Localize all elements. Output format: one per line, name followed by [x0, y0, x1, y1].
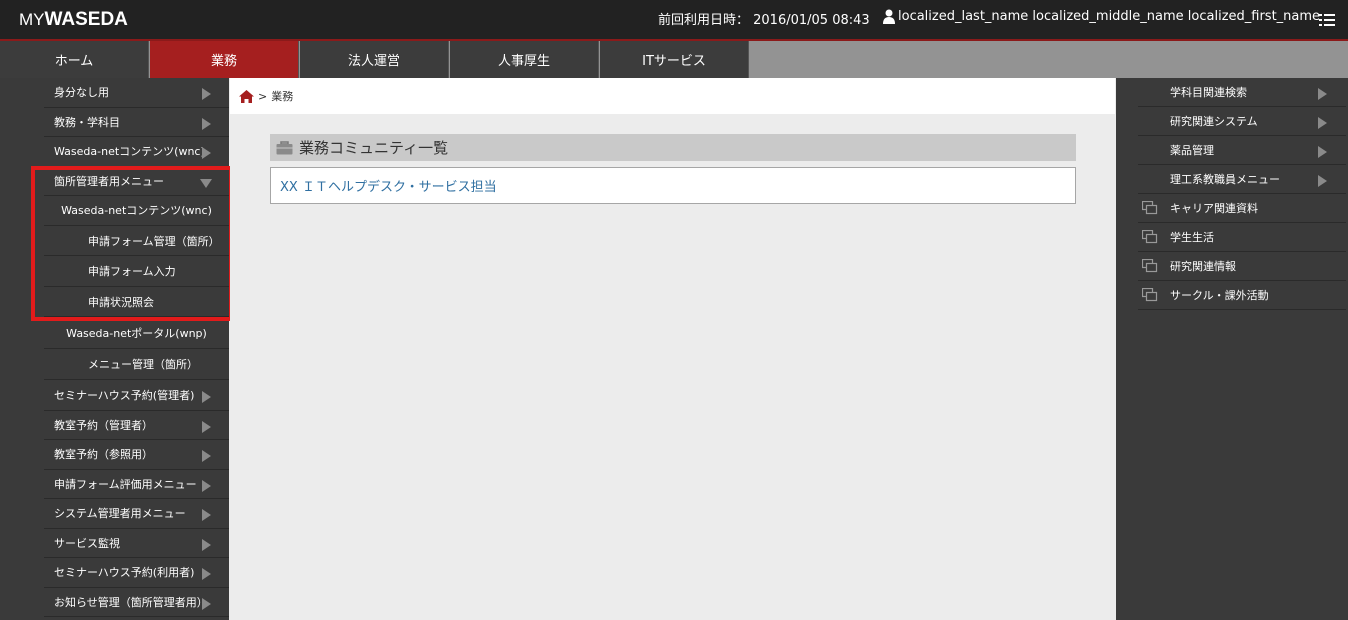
chevron-right-icon — [1318, 175, 1327, 187]
sidebar-item[interactable]: Waseda-netコンテンツ(wnc) — [44, 137, 229, 167]
tab-home[interactable]: ホーム — [0, 41, 149, 78]
logo[interactable]: MYWASEDA — [19, 9, 128, 31]
chevron-right-icon — [202, 509, 211, 521]
sidebar-subitem[interactable]: Waseda-netコンテンツ(wnc) — [44, 196, 229, 226]
sidebar-item[interactable]: 身分なし用 — [44, 78, 229, 108]
sidebar-item[interactable]: 教室予約（参照用） — [44, 440, 229, 470]
chevron-right-icon — [202, 117, 211, 130]
right-sidebar-item[interactable]: 学科目関連検索 — [1138, 78, 1346, 107]
user-info: localized_last_name localized_middle_nam… — [882, 9, 1320, 24]
main-nav-tabs: ホーム 業務 法人運営 人事厚生 ITサービス — [0, 41, 1348, 78]
sidebar-item[interactable]: セミナーハウス予約(管理者) — [44, 381, 229, 411]
right-sidebar-link[interactable]: 研究関連情報 — [1138, 252, 1346, 281]
user-icon — [883, 9, 895, 24]
chevron-right-icon — [202, 147, 211, 159]
chevron-right-icon — [202, 420, 211, 433]
tab-hr[interactable]: 人事厚生 — [450, 41, 599, 78]
chevron-right-icon — [1318, 88, 1327, 100]
chevron-right-icon — [202, 450, 211, 462]
chevron-right-icon — [202, 479, 211, 492]
sidebar-subitem[interactable]: 申請フォーム管理（箇所） — [44, 227, 229, 256]
community-link[interactable]: XX ＩＴヘルプデスク・サービス担当 — [280, 176, 497, 195]
sidebar-item[interactable]: 申請フォーム評価用メニュー — [44, 470, 229, 499]
chevron-right-icon — [202, 391, 211, 403]
community-list: XX ＩＴヘルプデスク・サービス担当 — [270, 167, 1076, 204]
section-title: 業務コミュニティ一覧 — [299, 139, 449, 157]
external-window-icon — [1142, 230, 1158, 244]
external-window-icon — [1142, 288, 1158, 302]
tab-business[interactable]: 業務 — [150, 41, 299, 78]
tab-corporate[interactable]: 法人運営 — [300, 41, 449, 78]
right-sidebar-link[interactable]: サークル・課外活動 — [1138, 281, 1346, 310]
external-window-icon — [1142, 259, 1158, 273]
chevron-right-icon — [202, 88, 211, 100]
tab-it-service[interactable]: ITサービス — [600, 41, 749, 78]
chevron-right-icon — [202, 597, 211, 610]
breadcrumb-separator: > — [258, 89, 268, 103]
sidebar-item[interactable]: システム管理者用メニュー — [44, 499, 229, 529]
sidebar-item-admin-menu[interactable]: 箇所管理者用メニュー — [44, 167, 229, 196]
right-sidebar-link[interactable]: キャリア関連資料 — [1138, 194, 1346, 223]
sidebar-item[interactable]: 教室予約（管理者） — [44, 411, 229, 440]
chevron-right-icon — [202, 568, 211, 580]
external-window-icon — [1142, 201, 1158, 215]
chevron-right-icon — [1318, 146, 1327, 158]
user-name: localized_last_name localized_middle_nam… — [898, 9, 1321, 24]
home-icon[interactable] — [239, 89, 254, 103]
last-use-datetime: 前回利用日時： 2016/01/05 08:43 — [658, 13, 870, 28]
sidebar-item[interactable]: 教務・学科目 — [44, 108, 229, 137]
sidebar-item[interactable]: セミナーハウス予約(利用者) — [44, 558, 229, 588]
sidebar-subitem[interactable]: Waseda-netポータル(wnp) — [44, 319, 229, 349]
chevron-right-icon — [202, 538, 211, 551]
sidebar-item[interactable]: サービス監視 — [44, 529, 229, 558]
sidebar-subitem[interactable]: 申請状況照会 — [44, 288, 229, 317]
sidebar-item[interactable]: お知らせ管理（箇所管理者用） — [44, 588, 229, 617]
section-header: 業務コミュニティ一覧 — [270, 134, 1076, 161]
breadcrumb: > 業務 — [230, 78, 1115, 114]
list-menu-icon[interactable] — [1319, 13, 1335, 27]
sidebar-subitem[interactable]: メニュー管理（箇所） — [44, 350, 229, 380]
right-sidebar-item[interactable]: 薬品管理 — [1138, 136, 1346, 165]
chevron-right-icon — [1318, 117, 1327, 129]
breadcrumb-current: 業務 — [271, 90, 294, 103]
top-bar: MYWASEDA 前回利用日時： 2016/01/05 08:43 locali… — [0, 0, 1348, 39]
right-sidebar-item[interactable]: 研究関連システム — [1138, 107, 1346, 136]
right-sidebar-item[interactable]: 理工系教職員メニュー — [1138, 165, 1346, 194]
sidebar-subitem[interactable]: 申請フォーム入力 — [44, 257, 229, 287]
right-sidebar-link[interactable]: 学生生活 — [1138, 223, 1346, 252]
chevron-down-icon — [200, 178, 212, 188]
briefcase-icon — [276, 140, 293, 154]
